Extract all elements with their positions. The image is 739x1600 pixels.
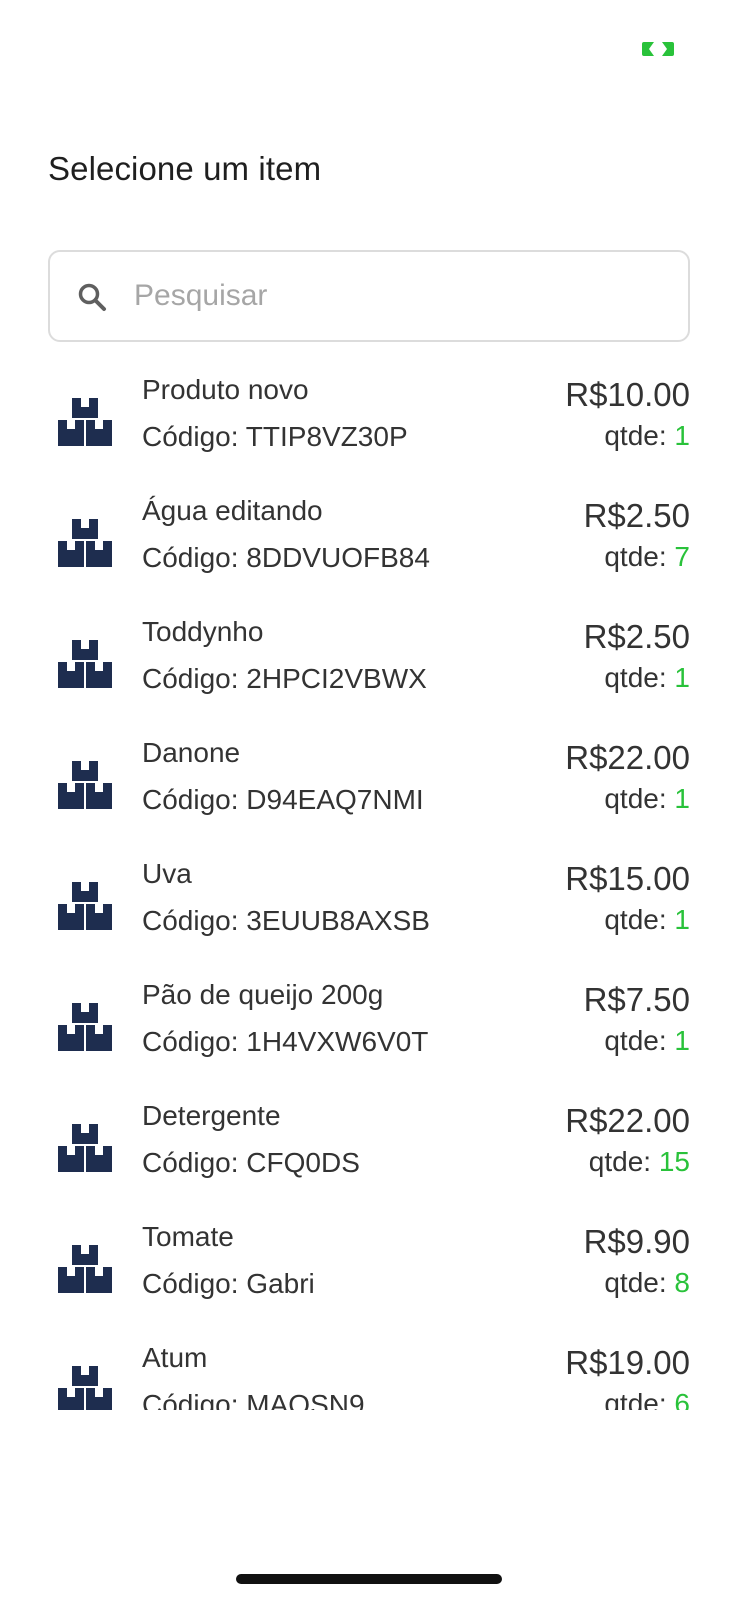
item-code: Código: 8DDVUOFB84: [142, 542, 430, 574]
item-quantity: qtde: 1: [604, 662, 690, 694]
item-quantity-label: qtde:: [604, 541, 675, 572]
item-code: Código: CFQ0DS: [142, 1147, 360, 1179]
item-quantity-value: 1: [674, 662, 690, 693]
item-code-value: MAQSN9: [246, 1389, 365, 1410]
item-quantity-value: 1: [674, 904, 690, 935]
item-quantity: qtde: 1: [604, 904, 690, 936]
item-quantity-label: qtde:: [604, 1388, 675, 1410]
boxes-icon: [58, 761, 112, 809]
list-item[interactable]: Danone Código: D94EAQ7NMI R$22.00 qtde: …: [0, 733, 739, 854]
item-code-label: Código:: [142, 784, 247, 815]
boxes-icon: [58, 1245, 112, 1293]
item-quantity: qtde: 6: [604, 1388, 690, 1410]
item-price: R$2.50: [583, 618, 690, 655]
item-quantity: qtde: 15: [589, 1146, 690, 1178]
item-name: Toddynho: [142, 616, 264, 647]
boxes-icon: [58, 398, 112, 446]
item-code-value: 3EUUB8AXSB: [246, 905, 430, 936]
search-icon: [78, 283, 106, 311]
item-code: Código: 3EUUB8AXSB: [142, 905, 430, 937]
search-bar[interactable]: [48, 250, 690, 342]
item-quantity-value: 7: [674, 541, 690, 572]
item-code-value: 2HPCI2VBWX: [246, 663, 427, 694]
item-quantity-label: qtde:: [588, 1146, 659, 1177]
item-code-value: D94EAQ7NMI: [246, 784, 424, 815]
item-price: R$19.00: [565, 1344, 690, 1381]
item-code-label: Código:: [142, 1026, 247, 1057]
item-name: Tomate: [142, 1221, 234, 1252]
status-indicator-icon: [642, 42, 674, 56]
item-code-value: TTIP8VZ30P: [245, 421, 408, 452]
item-code: Código: TTIP8VZ30P: [142, 421, 408, 453]
item-quantity-label: qtde:: [604, 1025, 675, 1056]
item-price: R$22.00: [565, 739, 690, 776]
boxes-icon: [58, 1366, 112, 1410]
item-quantity-label: qtde:: [604, 783, 675, 814]
item-code: Código: Gabri: [142, 1268, 315, 1300]
item-code-label: Código:: [142, 1147, 247, 1178]
item-name: Danone: [142, 737, 241, 768]
item-quantity-label: qtde:: [604, 904, 675, 935]
item-code-value: 8DDVUOFB84: [246, 542, 430, 573]
list-item[interactable]: Uva Código: 3EUUB8AXSB R$15.00 qtde: 1: [0, 854, 739, 975]
item-quantity: qtde: 1: [604, 420, 690, 452]
item-price: R$9.90: [583, 1223, 690, 1260]
home-indicator[interactable]: [236, 1574, 502, 1584]
item-quantity: qtde: 1: [604, 1025, 690, 1057]
item-quantity-value: 15: [658, 1146, 690, 1177]
list-item[interactable]: Detergente Código: CFQ0DS R$22.00 qtde: …: [0, 1096, 739, 1217]
item-quantity: qtde: 1: [604, 783, 690, 815]
page-title: Selecione um item: [48, 150, 322, 187]
item-code: Código: MAQSN9: [142, 1389, 365, 1410]
item-name: Atum: [142, 1342, 208, 1373]
item-price: R$7.50: [583, 981, 690, 1018]
item-quantity-value: 8: [674, 1267, 690, 1298]
item-name: Pão de queijo 200g: [142, 979, 384, 1010]
list-item[interactable]: Atum Código: MAQSN9 R$19.00 qtde: 6: [0, 1338, 739, 1410]
item-name: Produto novo: [142, 374, 309, 405]
item-code-value: Gabri: [246, 1268, 315, 1299]
item-price: R$2.50: [583, 497, 690, 534]
item-quantity-label: qtde:: [604, 420, 675, 451]
item-quantity: qtde: 8: [604, 1267, 690, 1299]
list-item[interactable]: Tomate Código: Gabri R$9.90 qtde: 8: [0, 1217, 739, 1338]
list-item[interactable]: Pão de queijo 200g Código: 1H4VXW6V0T R$…: [0, 975, 739, 1096]
item-list[interactable]: Produto novo Código: TTIP8VZ30P R$10.00 …: [0, 370, 739, 1410]
item-code-value: 1H4VXW6V0T: [246, 1026, 429, 1057]
item-code-label: Código:: [142, 542, 247, 573]
item-quantity-label: qtde:: [604, 662, 675, 693]
item-quantity-value: 1: [674, 420, 690, 451]
item-price: R$22.00: [565, 1102, 690, 1139]
item-code: Código: 2HPCI2VBWX: [142, 663, 427, 695]
item-price: R$10.00: [565, 376, 690, 413]
item-price: R$15.00: [565, 860, 690, 897]
item-code: Código: 1H4VXW6V0T: [142, 1026, 428, 1058]
boxes-icon: [58, 1003, 112, 1051]
item-quantity: qtde: 7: [604, 541, 690, 573]
item-quantity-value: 1: [674, 1025, 690, 1056]
item-code: Código: D94EAQ7NMI: [142, 784, 424, 816]
item-quantity-value: 6: [674, 1388, 690, 1410]
list-item[interactable]: Produto novo Código: TTIP8VZ30P R$10.00 …: [0, 370, 739, 491]
item-quantity-label: qtde:: [604, 1267, 675, 1298]
list-item[interactable]: Água editando Código: 8DDVUOFB84 R$2.50 …: [0, 491, 739, 612]
item-code-label: Código:: [142, 905, 247, 936]
item-code-value: CFQ0DS: [246, 1147, 360, 1178]
boxes-icon: [58, 882, 112, 930]
item-code-label: Código:: [142, 421, 246, 452]
item-name: Uva: [142, 858, 192, 889]
item-name: Detergente: [142, 1100, 281, 1131]
boxes-icon: [58, 640, 112, 688]
boxes-icon: [58, 1124, 112, 1172]
boxes-icon: [58, 519, 112, 567]
item-code-label: Código:: [142, 663, 247, 694]
list-item[interactable]: Toddynho Código: 2HPCI2VBWX R$2.50 qtde:…: [0, 612, 739, 733]
item-quantity-value: 1: [674, 783, 690, 814]
item-code-label: Código:: [142, 1389, 247, 1410]
item-code-label: Código:: [142, 1268, 247, 1299]
search-input[interactable]: [134, 252, 664, 340]
item-name: Água editando: [142, 495, 323, 526]
